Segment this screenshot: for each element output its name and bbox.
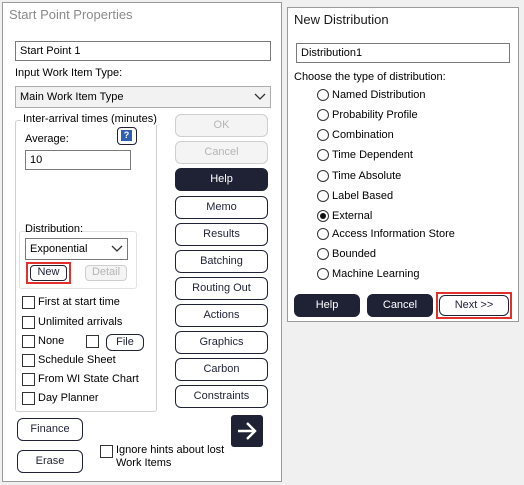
input-work-item-type-select[interactable]: Main Work Item Type: [15, 86, 271, 108]
dialog-title: New Distribution: [294, 12, 389, 27]
first-at-start-time-label: First at start time: [38, 296, 120, 308]
from-wi-state-chart-label: From WI State Chart: [38, 373, 139, 385]
radio-named-distribution[interactable]: [317, 89, 329, 101]
radio-label: Probability Profile: [332, 109, 418, 121]
constraints-button[interactable]: Constraints: [175, 385, 268, 408]
none-checkbox[interactable]: [22, 335, 35, 348]
radio-label: Time Dependent: [332, 149, 413, 161]
radio-bounded[interactable]: [317, 248, 329, 260]
day-planner-label: Day Planner: [38, 392, 99, 404]
day-planner-checkbox[interactable]: [22, 392, 35, 405]
new-distribution-dialog: New Distribution Distribution1 Choose th…: [287, 7, 519, 322]
distribution-value: Exponential: [30, 243, 88, 255]
routing-out-button[interactable]: Routing Out: [175, 277, 268, 300]
file-button[interactable]: File: [106, 334, 144, 351]
chevron-down-icon: [254, 93, 266, 100]
unlimited-arrivals-label: Unlimited arrivals: [38, 316, 123, 328]
schedule-sheet-checkbox[interactable]: [22, 354, 35, 367]
ignore-hints-label: Ignore hints about lost Work Items: [116, 444, 225, 469]
choose-type-label: Choose the type of distribution:: [294, 71, 446, 83]
actions-button[interactable]: Actions: [175, 304, 268, 327]
next-button[interactable]: Next >>: [439, 295, 509, 316]
distribution-name-input[interactable]: Distribution1: [296, 43, 510, 63]
schedule-sheet-label: Schedule Sheet: [38, 354, 116, 366]
radio-label: Access Information Store: [332, 228, 455, 240]
distribution-label: Distribution:: [25, 223, 84, 235]
start-point-name-input[interactable]: Start Point 1: [15, 41, 271, 61]
arrow-right-icon: [238, 422, 257, 440]
memo-button[interactable]: Memo: [175, 196, 268, 219]
radio-access-information-store[interactable]: [317, 228, 329, 240]
unlimited-arrivals-checkbox[interactable]: [22, 316, 35, 329]
radio-probability-profile[interactable]: [317, 109, 329, 121]
dialog-title: Start Point Properties: [9, 7, 133, 22]
radio-label: Label Based: [332, 190, 394, 202]
file-checkbox[interactable]: [86, 335, 99, 348]
distribution-select[interactable]: Exponential: [25, 238, 128, 260]
input-work-item-type-label: Input Work Item Type:: [15, 67, 123, 79]
ignore-hints-checkbox[interactable]: [100, 445, 113, 458]
cancel-button[interactable]: Cancel: [367, 294, 433, 317]
from-wi-state-chart-checkbox[interactable]: [22, 373, 35, 386]
first-at-start-time-checkbox[interactable]: [22, 296, 35, 309]
start-point-properties-dialog: Start Point Properties Start Point 1 Inp…: [2, 2, 282, 482]
inter-arrival-label: Inter-arrival times (minutes): [21, 113, 159, 125]
ok-button[interactable]: OK: [175, 114, 268, 137]
help-icon-button[interactable]: ?: [117, 127, 137, 145]
radio-label: Time Absolute: [332, 170, 402, 182]
cancel-button[interactable]: Cancel: [175, 141, 268, 164]
finance-button[interactable]: Finance: [17, 418, 83, 441]
help-button[interactable]: Help: [175, 168, 268, 191]
results-button[interactable]: Results: [175, 223, 268, 246]
carbon-button[interactable]: Carbon: [175, 358, 268, 381]
radio-machine-learning[interactable]: [317, 268, 329, 280]
detail-button[interactable]: Detail: [85, 265, 127, 281]
radio-label-based[interactable]: [317, 190, 329, 202]
radio-time-dependent[interactable]: [317, 149, 329, 161]
graphics-button[interactable]: Graphics: [175, 331, 268, 354]
radio-time-absolute[interactable]: [317, 170, 329, 182]
radio-combination[interactable]: [317, 129, 329, 141]
radio-label: Combination: [332, 129, 394, 141]
chevron-down-icon: [111, 245, 123, 252]
next-arrow-button[interactable]: [231, 415, 263, 447]
batching-button[interactable]: Batching: [175, 250, 268, 273]
radio-label: Named Distribution: [332, 89, 426, 101]
new-distribution-button[interactable]: New: [30, 265, 67, 281]
radio-label: External: [332, 210, 373, 222]
input-work-item-type-value: Main Work Item Type: [20, 91, 124, 103]
average-input[interactable]: 10: [25, 150, 131, 170]
radio-label: Bounded: [332, 248, 377, 260]
erase-button[interactable]: Erase: [17, 450, 83, 473]
radio-label: Machine Learning: [332, 268, 420, 280]
radio-external[interactable]: [317, 210, 329, 222]
none-label: None: [38, 335, 65, 347]
question-mark-icon: ?: [121, 130, 132, 141]
average-label: Average:: [25, 133, 69, 145]
help-button[interactable]: Help: [294, 294, 360, 317]
